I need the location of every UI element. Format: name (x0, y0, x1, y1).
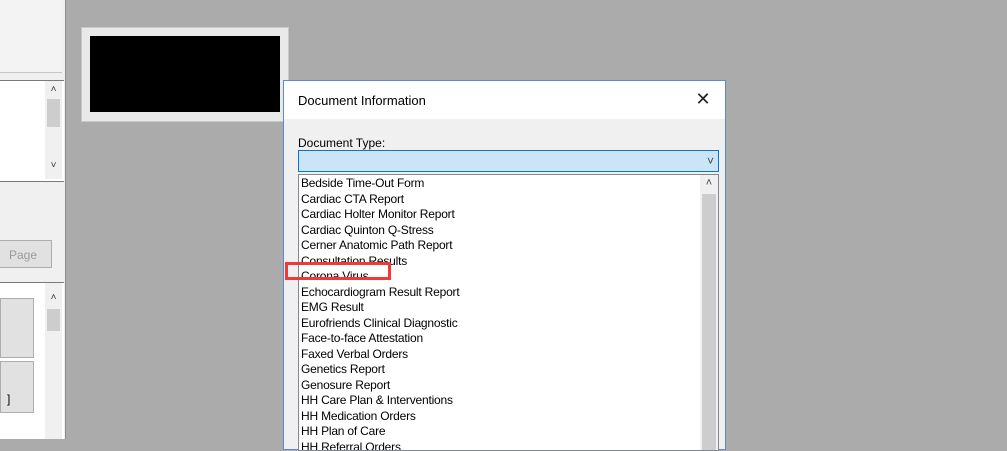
dialog-titlebar: Document Information ✕ (284, 81, 725, 119)
list-item[interactable]: Bedside Time-Out Form (301, 176, 698, 192)
left-mini-button-label: ] (7, 392, 10, 406)
list-item[interactable]: Cerner Anatomic Path Report (301, 238, 698, 254)
chevron-up-icon[interactable]: ˄ (47, 291, 60, 305)
left-mini-button-1[interactable] (0, 298, 34, 358)
thumbnail-image (90, 36, 280, 112)
list-item[interactable]: Consultation Results (301, 254, 698, 270)
list-item[interactable]: Genetics Report (301, 362, 698, 378)
left-list-scrollbar[interactable]: ˄ ˅ (45, 81, 62, 179)
list-item[interactable]: HH Plan of Care (301, 424, 698, 440)
list-item[interactable]: Genosure Report (301, 378, 698, 394)
left-list-scroll-thumb[interactable] (47, 99, 60, 127)
list-item[interactable]: EMG Result (301, 300, 698, 316)
list-item[interactable]: HH Care Plan & Interventions (301, 393, 698, 409)
left-mini-button-2[interactable]: ] (0, 361, 34, 413)
list-item[interactable]: Eurofriends Clinical Diagnostic (301, 316, 698, 332)
left-bottom-scrollbar[interactable]: ˄ (45, 283, 62, 439)
list-item[interactable]: Faxed Verbal Orders (301, 347, 698, 363)
left-bottom-box: ] ˄ (0, 282, 64, 439)
chevron-down-icon[interactable]: ˅ (707, 153, 714, 169)
left-panel: ˄ ˅ Page ] ˄ (0, 0, 66, 439)
document-information-dialog: Document Information ✕ Document Type: ˅ … (283, 80, 726, 450)
document-type-select[interactable]: ˅ (298, 150, 719, 172)
list-item[interactable]: Cardiac CTA Report (301, 192, 698, 208)
document-thumbnail[interactable] (81, 27, 289, 122)
left-bottom-scroll-thumb[interactable] (47, 309, 60, 331)
chevron-up-icon[interactable]: ˄ (47, 83, 60, 97)
list-item[interactable]: Cardiac Holter Monitor Report (301, 207, 698, 223)
list-item[interactable]: HH Medication Orders (301, 409, 698, 425)
list-item[interactable]: Face-to-face Attestation (301, 331, 698, 347)
list-item[interactable]: HH Referral Orders (301, 440, 698, 451)
list-item[interactable]: Echocardiogram Result Report (301, 285, 698, 301)
list-scroll-thumb[interactable] (702, 194, 716, 450)
page-button[interactable]: Page (0, 240, 52, 268)
document-type-list-items: Bedside Time-Out FormCardiac CTA ReportC… (301, 176, 698, 451)
list-item[interactable]: Corona Virus (301, 269, 698, 285)
chevron-up-icon[interactable]: ˄ (700, 175, 718, 192)
left-top-box (0, 0, 62, 73)
dialog-title: Document Information (298, 93, 426, 108)
document-type-list[interactable]: Bedside Time-Out FormCardiac CTA ReportC… (298, 174, 719, 451)
close-icon[interactable]: ✕ (681, 81, 725, 119)
chevron-down-icon[interactable]: ˅ (47, 159, 60, 173)
document-type-list-scrollbar[interactable]: ˄ (700, 175, 718, 450)
list-item[interactable]: Cardiac Quinton Q-Stress (301, 223, 698, 239)
left-list-box: ˄ ˅ (0, 80, 64, 182)
document-type-label: Document Type: (298, 136, 385, 150)
